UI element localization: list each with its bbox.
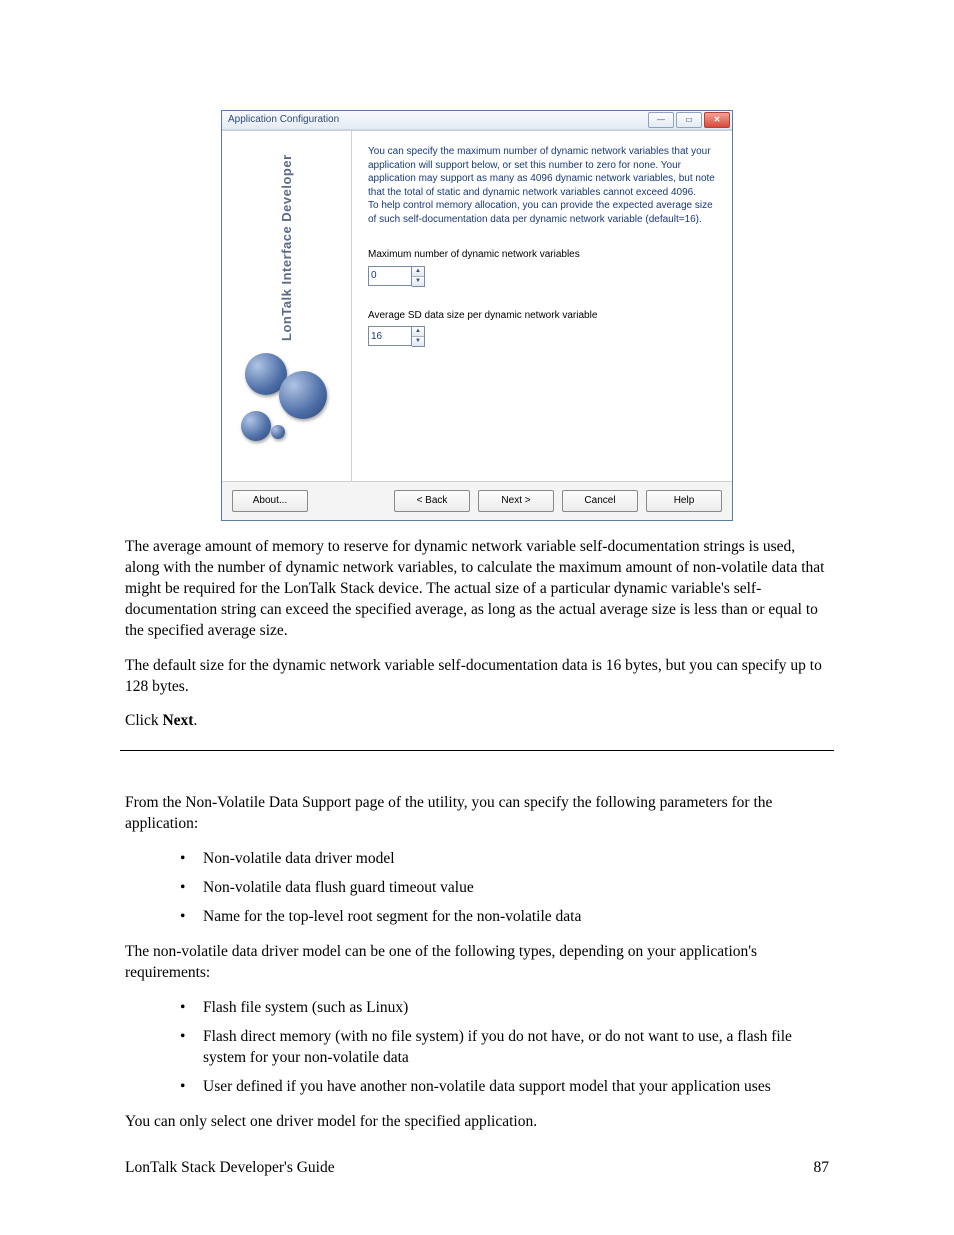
spin-down-icon[interactable]: ▼ [412,337,424,346]
next-button[interactable]: Next > [478,490,554,512]
dialog-instructions: You can specify the maximum number of dy… [368,145,716,226]
list-item: Flash direct memory (with no file system… [197,1027,829,1069]
max-dyn-nv-input[interactable] [368,266,412,286]
list-item: Flash file system (such as Linux) [197,998,829,1019]
dialog-instr-line2: To help control memory allocation, you c… [368,200,713,225]
body-paragraph: The default size for the dynamic network… [125,656,829,698]
bullet-list-drivers: Flash file system (such as Linux) Flash … [125,998,829,1098]
back-button[interactable]: < Back [394,490,470,512]
body-paragraph: The average amount of memory to reserve … [125,537,829,642]
spin-up-icon[interactable]: ▲ [412,267,424,277]
help-button[interactable]: Help [646,490,722,512]
body-paragraph: The non-volatile data driver model can b… [125,942,829,984]
dialog-instr-line1: You can specify the maximum number of dy… [368,146,715,198]
close-icon[interactable]: ✕ [704,112,730,128]
list-item: User defined if you have another non-vol… [197,1077,829,1098]
field-max-dyn-label: Maximum number of dynamic network variab… [368,248,716,262]
about-button[interactable]: About... [232,490,308,512]
max-dyn-spinner[interactable]: ▲ ▼ [412,266,425,287]
text-bold-next: Next [162,712,193,729]
list-item: Non-volatile data flush guard timeout va… [197,878,829,899]
body-paragraph: From the Non-Volatile Data Support page … [125,793,829,835]
footer-doc-title: LonTalk Stack Developer's Guide [125,1158,335,1179]
text-run: . [193,712,197,729]
minimize-icon[interactable]: — [648,112,674,128]
section-divider [120,750,834,751]
spin-down-icon[interactable]: ▼ [412,277,424,286]
field-avg-sd-label: Average SD data size per dynamic network… [368,309,716,323]
dialog-titlebar: Application Configuration — ▭ ✕ [222,111,732,130]
avg-sd-spinner[interactable]: ▲ ▼ [412,326,425,347]
avg-sd-size-input[interactable] [368,326,412,346]
body-paragraph-click-next: Click Next. [125,711,829,732]
sidebar-art-icon [237,353,337,453]
text-run: Click [125,712,162,729]
dialog-sidebar: LonTalk Interface Developer [222,131,352,481]
body-paragraph: You can only select one driver model for… [125,1112,829,1133]
dialog-title: Application Configuration [228,113,339,127]
spin-up-icon[interactable]: ▲ [412,327,424,337]
footer-page-number: 87 [814,1158,830,1179]
list-item: Non-volatile data driver model [197,849,829,870]
maximize-icon[interactable]: ▭ [676,112,702,128]
bullet-list-params: Non-volatile data driver model Non-volat… [125,849,829,928]
app-config-dialog: Application Configuration — ▭ ✕ LonTalk … [221,110,733,521]
cancel-button[interactable]: Cancel [562,490,638,512]
sidebar-brand-label: LonTalk Interface Developer [278,151,296,341]
list-item: Name for the top-level root segment for … [197,907,829,928]
